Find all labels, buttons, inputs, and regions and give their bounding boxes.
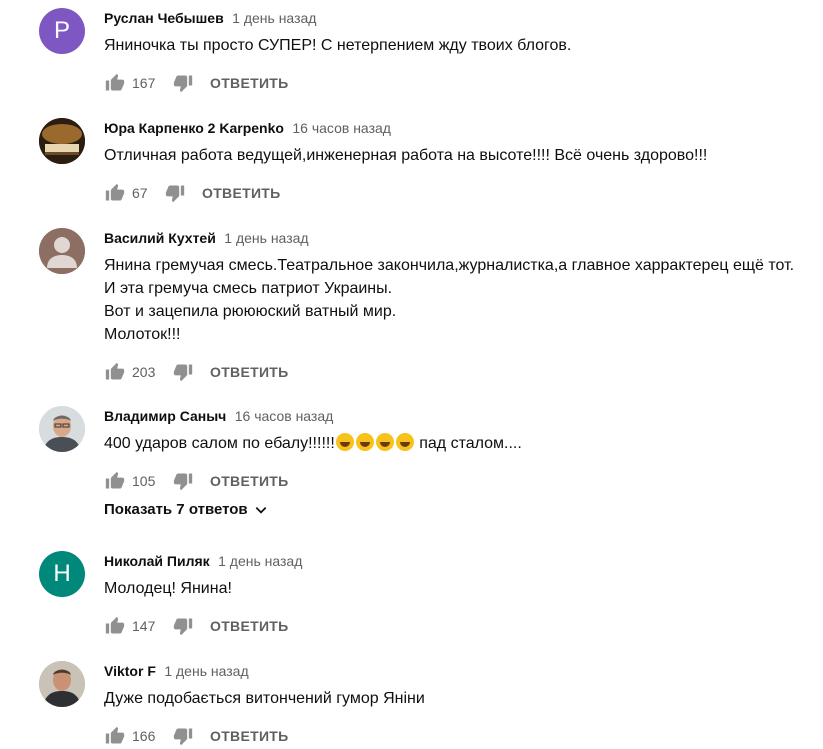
like-button[interactable] xyxy=(104,615,126,637)
comment-header: Николай Пиляк 1 день назад xyxy=(104,551,823,571)
like-count: 203 xyxy=(132,364,156,380)
show-replies-button[interactable]: Показать 7 ответов xyxy=(104,501,268,518)
comment-actions: 147 ОТВЕТИТЬ xyxy=(104,614,823,638)
comment-text-end: пад сталом.... xyxy=(414,435,522,452)
show-replies-label: Показать 7 ответов xyxy=(104,501,248,518)
comment-body: Юра Карпенко 2 Karpenko 16 часов назад О… xyxy=(104,118,823,205)
comment-text: 400 ударов салом по ебалу!!!!!! пад стал… xyxy=(104,432,823,455)
comment-text: Янина гремучая смесь.Театральное закончи… xyxy=(104,257,795,343)
comment-time[interactable]: 1 день назад xyxy=(232,10,316,26)
dislike-button[interactable] xyxy=(164,182,186,204)
comment-text: Дуже подобається витончений гумор Яніни xyxy=(104,690,425,707)
like-count: 167 xyxy=(132,75,156,91)
laughing-emoji-icon xyxy=(355,433,374,451)
avatar-photo-icon xyxy=(39,406,85,452)
reply-button[interactable]: ОТВЕТИТЬ xyxy=(210,364,289,380)
chevron-down-icon xyxy=(254,503,268,517)
comment-actions: 105 ОТВЕТИТЬ xyxy=(104,469,823,493)
dislike-button[interactable] xyxy=(172,361,194,383)
author-name[interactable]: Юра Карпенко 2 Karpenko xyxy=(104,120,284,136)
avatar[interactable] xyxy=(39,406,85,452)
avatar[interactable]: Н xyxy=(39,551,85,597)
comment-body: Василий Кухтей 1 день назад Янина гремуч… xyxy=(104,228,823,384)
comment-text: Отличная работа ведущей,инженерная работ… xyxy=(104,147,708,164)
comment-time[interactable]: 1 день назад xyxy=(218,553,302,569)
like-count: 67 xyxy=(132,185,148,201)
thumb-down-icon xyxy=(173,618,193,636)
comment-actions: 203 ОТВЕТИТЬ xyxy=(104,360,823,384)
thumb-down-icon xyxy=(173,75,193,93)
comment-text: Яниночка ты просто СУПЕР! С нетерпением … xyxy=(104,37,572,54)
thumb-down-icon xyxy=(173,728,193,746)
comment-header: Василий Кухтей 1 день назад xyxy=(104,228,823,248)
avatar[interactable] xyxy=(39,661,85,707)
thumb-down-icon xyxy=(165,185,185,203)
comment-header: Юра Карпенко 2 Karpenko 16 часов назад xyxy=(104,118,823,138)
comment-time[interactable]: 1 день назад xyxy=(224,230,308,246)
avatar-photo-icon xyxy=(39,661,85,707)
comment-header: Viktor F 1 день назад xyxy=(104,661,823,681)
thumb-up-icon xyxy=(105,362,125,380)
reply-button[interactable]: ОТВЕТИТЬ xyxy=(202,185,281,201)
comment-time[interactable]: 16 часов назад xyxy=(235,408,334,424)
avatar[interactable] xyxy=(39,228,85,274)
thumb-down-icon xyxy=(173,364,193,382)
avatar-letter: Н xyxy=(53,560,71,587)
comment-text-start: 400 ударов салом по ебалу!!!!!! xyxy=(104,435,335,452)
comment-actions: 167 ОТВЕТИТЬ xyxy=(104,71,823,95)
comment-actions: 166 ОТВЕТИТЬ xyxy=(104,724,823,748)
thumb-down-icon xyxy=(173,473,193,491)
comment-header: Владимир Саныч 16 часов назад xyxy=(104,406,823,426)
author-name[interactable]: Николай Пиляк xyxy=(104,553,210,569)
reply-button[interactable]: ОТВЕТИТЬ xyxy=(210,75,289,91)
author-name[interactable]: Владимир Саныч xyxy=(104,408,226,424)
comment-body: Владимир Саныч 16 часов назад 400 ударов… xyxy=(104,406,823,493)
avatar[interactable]: Р xyxy=(39,8,85,54)
thumb-up-icon xyxy=(105,471,125,489)
laughing-emoji-icon xyxy=(375,433,394,451)
reply-button[interactable]: ОТВЕТИТЬ xyxy=(210,728,289,744)
dislike-button[interactable] xyxy=(172,470,194,492)
thumb-up-icon xyxy=(105,726,125,744)
like-button[interactable] xyxy=(104,725,126,747)
comment-text: Молодец! Янина! xyxy=(104,580,232,597)
comment-time[interactable]: 16 часов назад xyxy=(292,120,391,136)
like-count: 166 xyxy=(132,728,156,744)
author-name[interactable]: Василий Кухтей xyxy=(104,230,216,246)
reply-button[interactable]: ОТВЕТИТЬ xyxy=(210,473,289,489)
like-button[interactable] xyxy=(104,72,126,94)
default-user-icon xyxy=(39,228,85,274)
like-button[interactable] xyxy=(104,182,126,204)
comment-time[interactable]: 1 день назад xyxy=(164,663,248,679)
author-name[interactable]: Руслан Чебышев xyxy=(104,10,224,26)
thumb-up-icon xyxy=(105,73,125,91)
avatar-letter: Р xyxy=(53,17,70,44)
like-button[interactable] xyxy=(104,361,126,383)
laughing-emoji-icon xyxy=(335,433,354,451)
like-button[interactable] xyxy=(104,470,126,492)
comment-body: Руслан Чебышев 1 день назад Яниночка ты … xyxy=(104,8,823,95)
comment-body: Николай Пиляк 1 день назад Молодец! Янин… xyxy=(104,551,823,638)
dislike-button[interactable] xyxy=(172,725,194,747)
comment-actions: 67 ОТВЕТИТЬ xyxy=(104,181,823,205)
comment-body: Viktor F 1 день назад Дуже подобається в… xyxy=(104,661,823,748)
dislike-button[interactable] xyxy=(172,615,194,637)
laughing-emoji-icon xyxy=(395,433,414,451)
avatar-photo-icon xyxy=(39,118,85,164)
comment-header: Руслан Чебышев 1 день назад xyxy=(104,8,823,28)
thumb-up-icon xyxy=(105,183,125,201)
dislike-button[interactable] xyxy=(172,72,194,94)
author-name[interactable]: Viktor F xyxy=(104,663,156,679)
reply-button[interactable]: ОТВЕТИТЬ xyxy=(210,618,289,634)
thumb-up-icon xyxy=(105,616,125,634)
avatar[interactable] xyxy=(39,118,85,164)
like-count: 147 xyxy=(132,618,156,634)
like-count: 105 xyxy=(132,473,156,489)
